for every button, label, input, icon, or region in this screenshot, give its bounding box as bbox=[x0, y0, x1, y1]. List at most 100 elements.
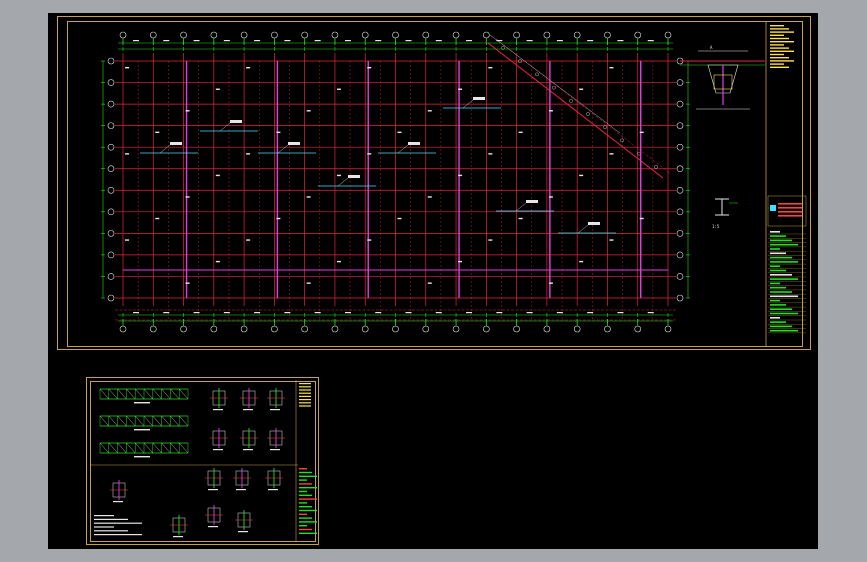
member-tag bbox=[427, 196, 432, 198]
diagonal-node bbox=[603, 125, 607, 129]
member-tag bbox=[185, 110, 190, 112]
member-tag bbox=[458, 260, 463, 263]
dimension-text bbox=[163, 312, 170, 314]
axis-bubble bbox=[422, 325, 430, 333]
title-block-row bbox=[770, 312, 798, 315]
member-tag bbox=[155, 131, 160, 134]
member-tag bbox=[306, 282, 311, 284]
member-tag bbox=[367, 239, 372, 241]
title-block-text bbox=[770, 25, 784, 27]
title-block-row bbox=[770, 252, 786, 255]
axis-bubble bbox=[676, 294, 684, 302]
dimension-text bbox=[526, 40, 533, 42]
title-block-text bbox=[778, 207, 802, 209]
axis-bubble bbox=[573, 31, 581, 39]
member-tag bbox=[548, 196, 553, 198]
axis-bubble bbox=[604, 325, 611, 333]
axis-bubble bbox=[119, 325, 127, 333]
member-tag bbox=[488, 153, 493, 155]
beam-callout-leader bbox=[397, 144, 409, 154]
detail-label: 1:5 bbox=[712, 224, 720, 229]
axis-bubble bbox=[107, 165, 115, 173]
beam-callout-leader bbox=[219, 122, 231, 132]
beam-callout-tag bbox=[348, 175, 360, 178]
section-detail-top-right: A bbox=[680, 45, 765, 110]
title-block-row bbox=[770, 308, 792, 310]
dimension-text bbox=[344, 40, 351, 42]
member-tag bbox=[397, 217, 402, 220]
dimension-text bbox=[587, 312, 594, 314]
axis-bubble bbox=[573, 325, 581, 333]
axis-bubble bbox=[676, 251, 684, 259]
dimension-text bbox=[254, 40, 261, 42]
axis-bubble bbox=[107, 273, 115, 280]
sheet2-inner-frame bbox=[90, 381, 316, 542]
axis-bubble bbox=[676, 143, 684, 151]
member-tag bbox=[458, 88, 463, 90]
axis-bubble bbox=[676, 273, 684, 280]
member-tag bbox=[306, 196, 311, 198]
beam-callout-tag bbox=[526, 200, 538, 203]
axis-bubble bbox=[210, 325, 218, 333]
axis-bubble bbox=[676, 165, 684, 173]
axis-bubble bbox=[210, 31, 218, 39]
member-tag bbox=[215, 88, 220, 90]
axis-bubble bbox=[676, 230, 684, 237]
member-tag bbox=[185, 282, 190, 284]
axis-bubble bbox=[271, 31, 278, 39]
member-tag bbox=[125, 239, 129, 241]
axis-bubble bbox=[240, 31, 248, 39]
member-tag bbox=[609, 239, 614, 241]
axis-bubble bbox=[107, 57, 115, 65]
axis-bubble bbox=[301, 31, 308, 39]
grid-lines bbox=[115, 34, 676, 321]
dimension-text bbox=[556, 40, 563, 42]
member-tag bbox=[155, 217, 160, 220]
title-block-text bbox=[770, 44, 784, 46]
dimension-text bbox=[556, 312, 563, 314]
dimension-text bbox=[375, 312, 382, 314]
member-tag bbox=[427, 110, 432, 112]
beam-callout-tag bbox=[230, 120, 242, 123]
axis-bubble bbox=[422, 31, 430, 39]
member-tag bbox=[276, 217, 281, 220]
member-tag bbox=[488, 239, 493, 241]
beam-callout-tag bbox=[588, 222, 600, 225]
beam-callout-leader bbox=[577, 224, 589, 234]
member-tag bbox=[336, 260, 341, 263]
title-block-text bbox=[770, 41, 794, 43]
title-block-row bbox=[770, 248, 780, 250]
member-tag bbox=[246, 67, 251, 69]
axis-bubble bbox=[483, 325, 490, 333]
cad-drawing-canvas[interactable]: A 1:5 bbox=[48, 13, 818, 549]
title-block[interactable] bbox=[765, 21, 807, 346]
title-block-row bbox=[770, 286, 786, 289]
title-block-row bbox=[770, 321, 786, 323]
title-block-text bbox=[778, 203, 802, 205]
dimension-text bbox=[466, 312, 473, 314]
beam-labels bbox=[125, 67, 644, 284]
axis-bubble bbox=[676, 186, 684, 194]
diagonal-node bbox=[586, 112, 590, 116]
member-tag bbox=[427, 282, 432, 284]
axis-bubble bbox=[149, 31, 157, 39]
axis-bubble bbox=[180, 325, 187, 333]
member-tag bbox=[246, 239, 251, 241]
axis-bubble bbox=[107, 143, 115, 151]
axis-bubble bbox=[452, 31, 460, 39]
dimension-text bbox=[647, 40, 654, 42]
axis-bubble bbox=[361, 31, 369, 39]
member-tag bbox=[548, 282, 553, 284]
grid-line-diagonal bbox=[487, 42, 664, 179]
axis-bubble bbox=[676, 122, 684, 129]
member-tag bbox=[488, 67, 493, 69]
diagonal-dimension bbox=[489, 34, 621, 134]
title-block-row bbox=[770, 317, 780, 319]
i-beam-section-icon: 1:5 bbox=[712, 198, 738, 229]
dimension-text bbox=[223, 40, 230, 42]
title-block-row bbox=[770, 325, 792, 328]
member-tag bbox=[609, 153, 614, 155]
title-block-text bbox=[770, 57, 789, 59]
company-logo-icon bbox=[770, 205, 776, 211]
beam-callout-leader bbox=[515, 202, 527, 212]
